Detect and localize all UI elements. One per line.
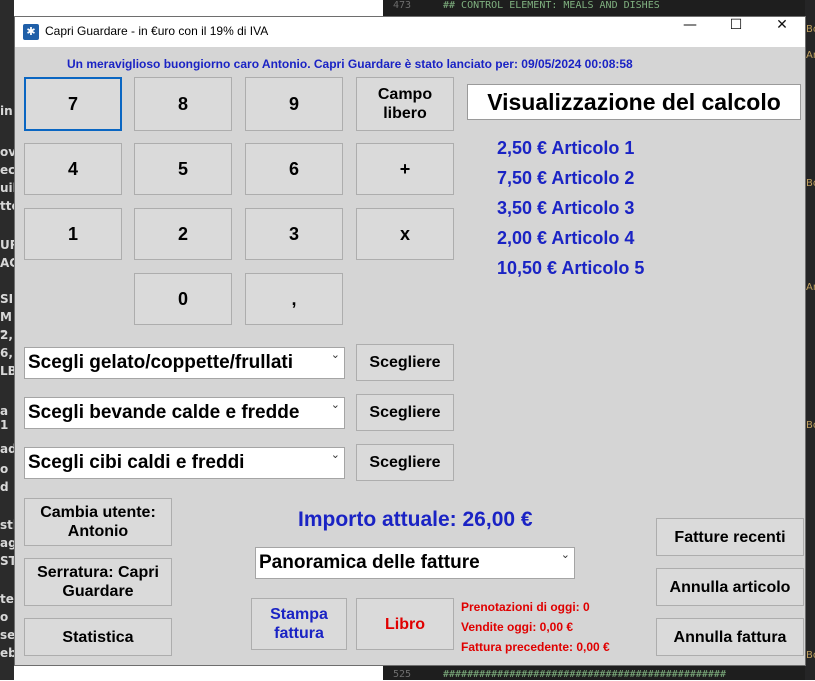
background-text-fragment: 2, (0, 328, 13, 342)
statistics-button[interactable]: Statistica (24, 618, 172, 656)
key-1[interactable]: 1 (24, 208, 122, 260)
background-right-strip: Bo Ar Bo Ar Bo Bo (805, 0, 815, 680)
choose-icecream-button[interactable]: Scegliere (356, 344, 454, 381)
chevron-down-icon: ⌄ (330, 448, 340, 461)
current-total: Importo attuale: 26,00 € (298, 508, 533, 531)
choose-food-button[interactable]: Scegliere (356, 444, 454, 481)
chevron-down-icon: ⌄ (560, 548, 570, 561)
previous-invoice: Fattura precedente: 0,00 € (461, 640, 610, 654)
background-text-fragment: Bo (806, 420, 815, 431)
greeting-text: Un meraviglioso buongiorno caro Antonio.… (67, 57, 633, 71)
select-value: Scegli gelato/coppette/frullati (28, 352, 293, 373)
line-number: 525 (393, 669, 412, 680)
close-button[interactable]: ✕ (759, 17, 805, 47)
background-text-fragment: Ar (806, 282, 815, 293)
key-3[interactable]: 3 (245, 208, 343, 260)
key-2[interactable]: 2 (134, 208, 232, 260)
change-user-button[interactable]: Cambia utente: Antonio (24, 498, 172, 546)
select-value: Panoramica delle fatture (259, 552, 480, 573)
background-text-fragment: SI (0, 292, 14, 306)
food-select[interactable]: Scegli cibi caldi e freddi ⌄ (24, 447, 345, 479)
key-8[interactable]: 8 (134, 77, 232, 131)
recent-invoices-button[interactable]: Fatture recenti (656, 518, 804, 556)
background-text-fragment: in (0, 104, 13, 118)
comma-button[interactable]: , (245, 273, 343, 325)
article-line: 7,50 € Articolo 2 (497, 168, 635, 188)
print-invoice-button[interactable]: Stampa fattura (251, 598, 347, 650)
chevron-down-icon: ⌄ (330, 348, 340, 361)
multiply-button[interactable]: x (356, 208, 454, 260)
calculation-title: Visualizzazione del calcolo (467, 84, 801, 120)
background-text-fragment: Ar (806, 50, 815, 61)
free-field-button[interactable]: Campo libero (356, 77, 454, 131)
app-icon: ✱ (23, 24, 39, 40)
background-text-fragment: o (0, 610, 9, 624)
background-text-fragment: Bo (806, 178, 815, 189)
book-button[interactable]: Libro (356, 598, 454, 650)
bookings-today: Prenotazioni di oggi: 0 (461, 600, 590, 614)
key-0[interactable]: 0 (134, 273, 232, 325)
article-line: 3,50 € Articolo 3 (497, 198, 635, 218)
select-value: Scegli cibi caldi e freddi (28, 452, 245, 473)
cancel-invoice-button[interactable]: Annulla fattura (656, 618, 804, 656)
drinks-select[interactable]: Scegli bevande calde e fredde ⌄ (24, 397, 345, 429)
background-text-fragment: 6, (0, 346, 13, 360)
icecream-select[interactable]: Scegli gelato/coppette/frullati ⌄ (24, 347, 345, 379)
key-9[interactable]: 9 (245, 77, 343, 131)
background-text-fragment: d (0, 480, 9, 494)
line-code: ########################################… (443, 669, 726, 680)
choose-drinks-button[interactable]: Scegliere (356, 394, 454, 431)
background-text-fragment: o (0, 462, 9, 476)
background-text-fragment: te (0, 592, 14, 606)
key-4[interactable]: 4 (24, 143, 122, 195)
window-title: Capri Guardare - in €uro con il 19% di I… (45, 24, 269, 38)
chevron-down-icon: ⌄ (330, 398, 340, 411)
invoice-overview-select[interactable]: Panoramica delle fatture ⌄ (255, 547, 575, 579)
key-5[interactable]: 5 (134, 143, 232, 195)
app-window: ✱ Capri Guardare - in €uro con il 19% di… (14, 16, 806, 666)
background-text-fragment: Bo (806, 650, 815, 661)
plus-button[interactable]: + (356, 143, 454, 195)
key-7[interactable]: 7 (24, 77, 122, 131)
editor-line: 473 ## CONTROL ELEMENT: MEALS AND DISHES (383, 0, 815, 12)
background-left-window: in ov ec uil tte UR AC SI M -2, 6, LB a 1 ad o d sth ag S… (0, 0, 21, 680)
background-text-fragment: se (0, 628, 16, 642)
sales-today: Vendite oggi: 0,00 € (461, 620, 574, 634)
line-code: ## CONTROL ELEMENT: MEALS AND DISHES (443, 0, 660, 11)
maximize-button[interactable]: ☐ (713, 17, 759, 47)
key-6[interactable]: 6 (245, 143, 343, 195)
background-text-fragment: Bo (806, 24, 815, 35)
minimize-button[interactable]: — (667, 17, 713, 47)
select-value: Scegli bevande calde e fredde (28, 402, 300, 423)
title-bar: ✱ Capri Guardare - in €uro con il 19% di… (15, 17, 805, 47)
article-line: 2,00 € Articolo 4 (497, 228, 635, 248)
article-line: 2,50 € Articolo 1 (497, 138, 635, 158)
editor-line: 525 ####################################… (383, 669, 815, 681)
cancel-item-button[interactable]: Annulla articolo (656, 568, 804, 606)
article-line: 10,50 € Articolo 5 (497, 258, 645, 278)
lock-button[interactable]: Serratura: Capri Guardare (24, 558, 172, 606)
line-number: 473 (393, 0, 412, 11)
background-text-fragment: ec (0, 163, 16, 177)
background-text-fragment: a 1 (0, 404, 9, 432)
